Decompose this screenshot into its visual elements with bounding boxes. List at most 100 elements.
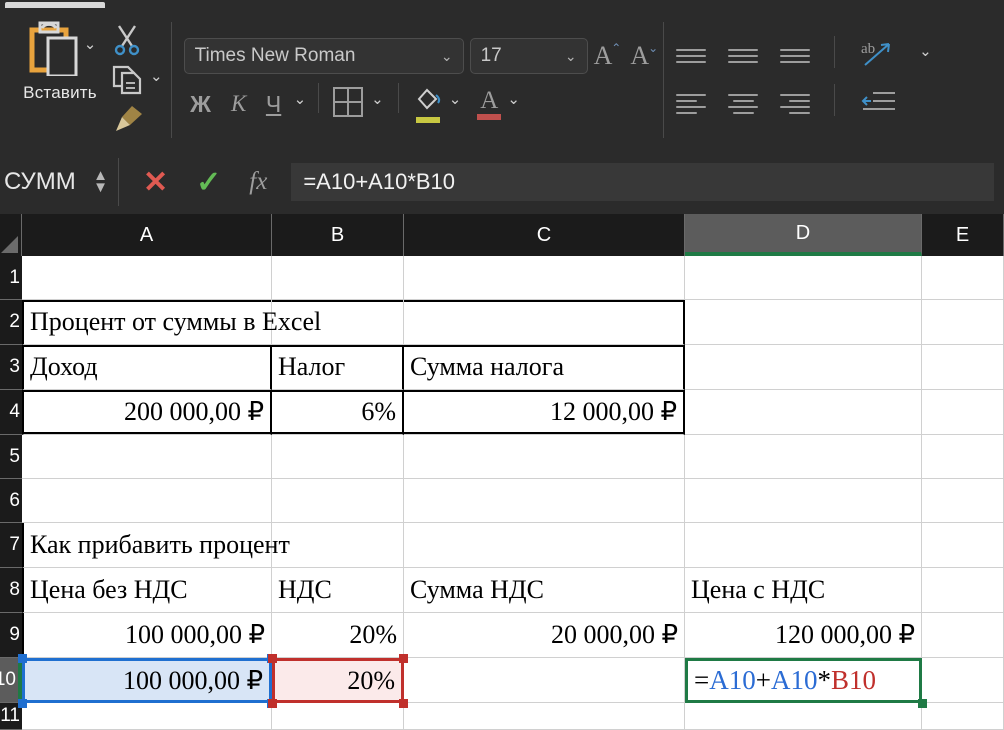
row-header-7[interactable]: 7 [0, 523, 22, 568]
select-all-corner[interactable] [0, 214, 22, 256]
paste-dropdown-chevron-down-icon[interactable] [84, 42, 97, 57]
borders-dropdown-chevron-down-icon[interactable] [371, 97, 384, 112]
reference-handle-a10-bl[interactable] [18, 699, 27, 708]
cell-e5[interactable] [922, 435, 1004, 479]
cell-e7[interactable] [922, 523, 1004, 568]
font-name-select[interactable]: Times New Roman ⌄ [183, 38, 464, 74]
shrink-font-button[interactable]: A ⌄ [630, 41, 658, 71]
cell-c10[interactable] [404, 658, 685, 703]
cancel-x-icon[interactable]: ✕ [143, 165, 168, 200]
cell-c1[interactable] [404, 256, 685, 300]
font-size-select[interactable]: 17 ⌄ [469, 38, 588, 74]
fx-icon[interactable]: fx [249, 168, 267, 196]
reference-handle-b10-br[interactable] [399, 699, 408, 708]
cell-a11[interactable] [22, 703, 272, 730]
cell-d11[interactable] [685, 703, 922, 730]
text-orientation-icon[interactable]: ab [859, 37, 897, 76]
fill-color-button[interactable] [413, 85, 443, 123]
row-header-5[interactable]: 5 [0, 435, 22, 479]
copy-dropdown-chevron-down-icon[interactable] [150, 74, 163, 89]
row-header-10[interactable]: 10 [0, 658, 22, 703]
cut-button[interactable] [110, 22, 163, 60]
name-box[interactable]: СУММ ▲ ▼ [0, 150, 118, 214]
cell-a9[interactable]: 100 000,00 ₽ [22, 613, 272, 658]
cell-c7[interactable] [404, 523, 685, 568]
cell-c2[interactable] [404, 300, 685, 345]
cell-b3[interactable]: Налог [272, 345, 404, 390]
orientation-dropdown-chevron-down-icon[interactable] [919, 49, 932, 64]
align-left-icon[interactable] [676, 90, 707, 118]
row-header-3[interactable]: 3 [0, 345, 22, 390]
cell-c9[interactable]: 20 000,00 ₽ [404, 613, 685, 658]
cell-d4[interactable] [685, 390, 922, 435]
cell-e1[interactable] [922, 256, 1004, 300]
cell-b11[interactable] [272, 703, 404, 730]
cell-d9[interactable]: 120 000,00 ₽ [685, 613, 922, 658]
active-cell-editor-d10[interactable]: = A10 + A10 * B10 [685, 658, 922, 703]
reference-handle-b10-tr[interactable] [399, 654, 408, 663]
italic-button[interactable]: К [224, 91, 254, 117]
cell-b5[interactable] [272, 435, 404, 479]
cell-a2[interactable]: Процент от суммы в Excel [22, 300, 321, 345]
cell-c3[interactable]: Сумма налога [404, 345, 685, 390]
cell-c8[interactable]: Сумма НДС [404, 568, 685, 613]
cell-e11[interactable] [922, 703, 1004, 730]
cell-b7[interactable] [272, 523, 404, 568]
row-header-4[interactable]: 4 [0, 390, 22, 435]
column-header-b[interactable]: B [272, 214, 404, 256]
cell-a1[interactable] [22, 256, 272, 300]
confirm-check-icon[interactable]: ✓ [196, 165, 221, 200]
font-color-button[interactable]: A [477, 88, 502, 120]
fill-dropdown-chevron-down-icon[interactable] [449, 97, 462, 112]
decrease-indent-icon[interactable] [859, 87, 897, 122]
fill-handle-d10[interactable] [918, 699, 927, 708]
font-color-dropdown-chevron-down-icon[interactable] [507, 97, 520, 112]
cell-d7[interactable] [685, 523, 922, 568]
cell-a4[interactable]: 200 000,00 ₽ [22, 390, 272, 435]
row-header-2[interactable]: 2 [0, 300, 22, 345]
cell-a7[interactable]: Как прибавить процент [22, 523, 290, 568]
paste-button[interactable]: Вставить [10, 18, 110, 103]
cell-c5[interactable] [404, 435, 685, 479]
grow-font-button[interactable]: A ⌃ [594, 41, 622, 71]
cell-e4[interactable] [922, 390, 1004, 435]
active-ribbon-tab[interactable] [5, 2, 105, 8]
formula-reference-highlight-b10[interactable]: 20% [272, 658, 404, 703]
cell-e9[interactable] [922, 613, 1004, 658]
cell-a6[interactable] [22, 479, 272, 523]
cell-e10[interactable] [922, 658, 1004, 703]
cell-d8[interactable]: Цена с НДС [685, 568, 922, 613]
row-header-9[interactable]: 9 [0, 613, 22, 658]
cell-e6[interactable] [922, 479, 1004, 523]
format-painter-button[interactable] [110, 102, 163, 140]
cell-e8[interactable] [922, 568, 1004, 613]
row-header-1[interactable]: 1 [0, 256, 22, 300]
cell-b9[interactable]: 20% [272, 613, 404, 658]
column-header-c[interactable]: C [404, 214, 685, 256]
formula-reference-highlight-a10[interactable]: 100 000,00 ₽ [22, 658, 272, 703]
cell-d6[interactable] [685, 479, 922, 523]
align-center-icon[interactable] [728, 90, 759, 118]
cell-c6[interactable] [404, 479, 685, 523]
borders-button[interactable] [331, 85, 365, 124]
cell-b4[interactable]: 6% [272, 390, 404, 435]
cell-c4[interactable]: 12 000,00 ₽ [404, 390, 685, 435]
reference-handle-b10-bl[interactable] [268, 699, 277, 708]
copy-button[interactable] [110, 62, 163, 100]
cell-d1[interactable] [685, 256, 922, 300]
reference-handle-a10-tl[interactable] [18, 654, 27, 663]
cell-d3[interactable] [685, 345, 922, 390]
column-header-e[interactable]: E [922, 214, 1004, 256]
cell-b1[interactable] [272, 256, 404, 300]
row-header-8[interactable]: 8 [0, 568, 22, 613]
reference-handle-b10-tl[interactable] [268, 654, 277, 663]
cell-a5[interactable] [22, 435, 272, 479]
align-right-icon[interactable] [780, 90, 811, 118]
formula-input[interactable]: =A10+A10*B10 [291, 163, 994, 201]
align-bottom-icon[interactable] [780, 45, 811, 67]
cell-a8[interactable]: Цена без НДС [22, 568, 272, 613]
cell-e3[interactable] [922, 345, 1004, 390]
cell-e2[interactable] [922, 300, 1004, 345]
underline-dropdown-chevron-down-icon[interactable] [294, 97, 307, 112]
bold-button[interactable]: Ж [184, 91, 218, 118]
